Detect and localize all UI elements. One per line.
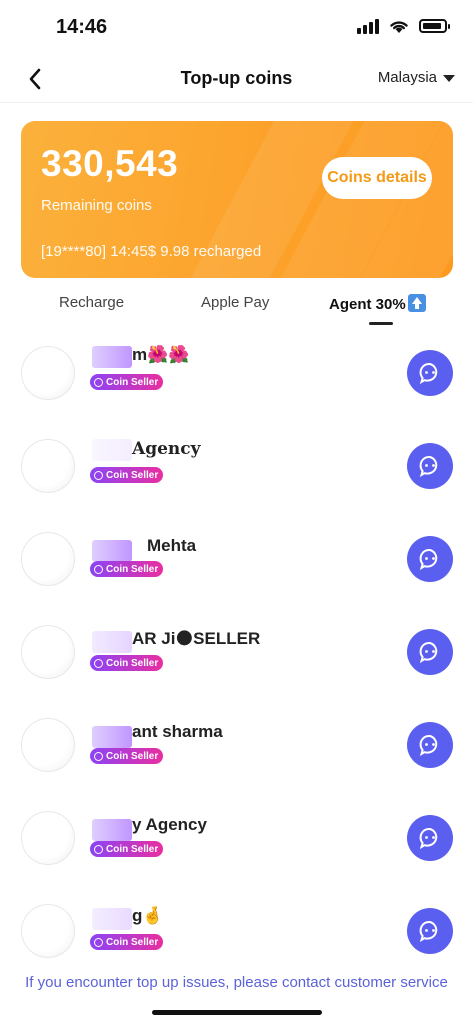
battery-icon [419, 19, 450, 33]
chat-icon [419, 362, 438, 385]
seller-name: Mehta [147, 536, 197, 555]
coin-seller-badge: Coin Seller [90, 841, 164, 857]
seller-row[interactable]: Mehta Coin Seller [0, 516, 473, 606]
tab-agent[interactable]: Agent 30% [329, 294, 426, 313]
payment-tabs: Recharge Apple Pay Agent 30% [0, 286, 473, 326]
coin-seller-badge: Coin Seller [90, 748, 164, 764]
status-time: 14:46 [56, 16, 108, 38]
chat-button[interactable] [407, 815, 453, 861]
heart-icon [94, 377, 103, 387]
coin-seller-badge: Coin Seller [90, 934, 164, 950]
balance-card: 330,543 Remaining coins [19****80] 14:45… [21, 121, 453, 278]
seller-name: Agency [132, 439, 201, 459]
chat-button[interactable] [407, 443, 453, 489]
name-redaction [92, 908, 132, 930]
chat-button[interactable] [407, 908, 453, 954]
coin-seller-badge: Coin Seller [90, 467, 164, 483]
heart-icon [94, 844, 103, 854]
last-recharge-info: [19****80] 14:45$ 9.98 recharged [41, 243, 262, 260]
coin-seller-badge: Coin Seller [90, 655, 164, 671]
avatar [21, 346, 75, 400]
seller-name: ant sharma [132, 722, 223, 741]
chat-icon [419, 827, 438, 850]
region-selector[interactable]: Malaysia [378, 69, 455, 86]
active-tab-indicator [369, 322, 393, 325]
seller-row[interactable]: m🌺🌺 Coin Seller [0, 330, 473, 420]
tab-recharge[interactable]: Recharge [59, 294, 124, 311]
chat-icon [419, 455, 438, 478]
chat-icon [419, 920, 438, 943]
chat-button[interactable] [407, 350, 453, 396]
seller-name: y Agency [132, 815, 207, 834]
coins-details-button[interactable]: Coins details [322, 157, 432, 199]
heart-icon [94, 658, 103, 668]
seller-row[interactable]: AR Ji🌑SELLER Coin Seller [0, 609, 473, 699]
seller-row[interactable]: g🤞 Coin Seller [0, 888, 473, 978]
tab-apple-pay[interactable]: Apple Pay [201, 294, 269, 311]
name-redaction [92, 439, 132, 461]
avatar [21, 904, 75, 958]
wifi-icon [390, 21, 408, 33]
seller-name: AR Ji🌑SELLER [132, 629, 261, 648]
name-redaction [92, 631, 132, 653]
coin-balance-label: Remaining coins [41, 197, 152, 214]
avatar [21, 625, 75, 679]
coin-balance: 330,543 [41, 143, 179, 184]
chat-icon [419, 641, 438, 664]
avatar [21, 532, 75, 586]
heart-icon [94, 751, 103, 761]
heart-icon [94, 470, 103, 480]
home-indicator [152, 1010, 322, 1015]
seller-name: g🤞 [132, 906, 164, 925]
region-label: Malaysia [377, 69, 437, 86]
coin-seller-badge: Coin Seller [90, 561, 164, 577]
caret-down-icon [443, 75, 455, 82]
contact-support-link[interactable]: If you encounter top up issues, please c… [24, 972, 449, 993]
arrow-up-icon [407, 294, 426, 312]
seller-name: m🌺🌺 [132, 345, 190, 364]
name-redaction [92, 346, 132, 368]
chat-button[interactable] [407, 629, 453, 675]
name-redaction [92, 540, 132, 562]
status-icons [357, 18, 450, 34]
seller-row[interactable]: y Agency Coin Seller [0, 795, 473, 885]
name-redaction [92, 819, 132, 841]
chat-button[interactable] [407, 722, 453, 768]
name-redaction [92, 726, 132, 748]
seller-row[interactable]: ant sharma Coin Seller [0, 702, 473, 792]
coin-seller-badge: Coin Seller [90, 374, 164, 390]
seller-row[interactable]: Agency Coin Seller [0, 423, 473, 513]
avatar [21, 439, 75, 493]
chat-button[interactable] [407, 536, 453, 582]
status-bar: 14:46 [0, 0, 473, 58]
heart-icon [94, 564, 103, 574]
avatar [21, 811, 75, 865]
chat-icon [419, 734, 438, 757]
heart-icon [94, 937, 103, 947]
top-nav: Top-up coins Malaysia [0, 58, 473, 103]
chat-icon [419, 548, 438, 571]
cellular-signal-icon [357, 18, 379, 34]
avatar [21, 718, 75, 772]
